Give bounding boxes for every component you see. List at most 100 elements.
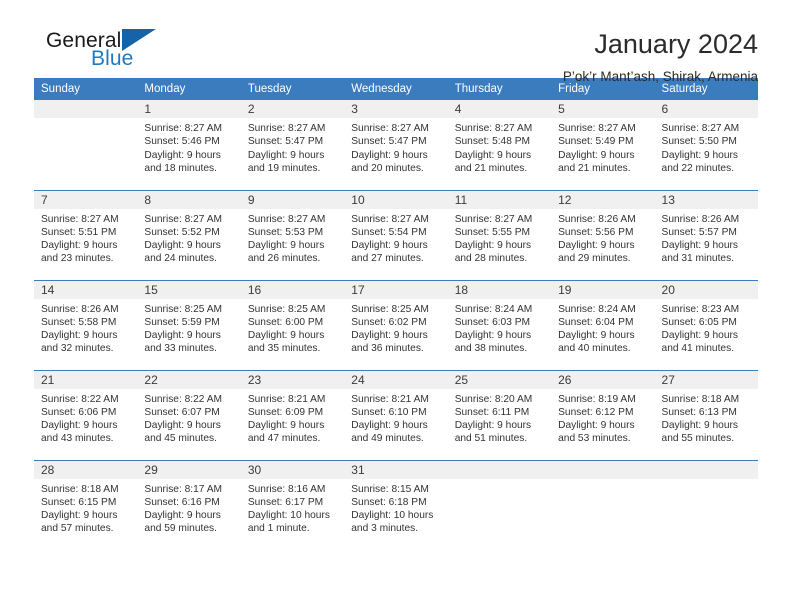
sunrise-text: Sunrise: 8:27 AM [41,213,119,225]
daylight-text-line1: Daylight: 10 hours [247,510,330,522]
day-number: 13 [654,190,758,209]
daylight-text-line2: and 38 minutes. [454,343,528,355]
sunrise-text: Sunrise: 8:26 AM [558,213,636,225]
sunset-text: Sunset: 6:18 PM [351,496,427,508]
calendar-day-cell[interactable]: 11 Sunrise: 8:27 AM Sunset: 5:55 PM Dayligh… [447,189,552,280]
daylight-text-line1: Daylight: 10 hours [351,510,434,522]
calendar-day-cell[interactable]: 9 Sunrise: 8:27 AM Sunset: 5:53 PM Daylight… [240,189,345,280]
calendar-page: General Blue January 2024 P’ok’r Mant’as… [0,0,792,612]
day-details: Sunrise: 8:22 AM Sunset: 6:07 PM Daylight:… [137,389,240,446]
sunset-text: Sunset: 5:47 PM [247,136,324,148]
daylight-text-line1: Daylight: 9 hours [41,330,118,342]
calendar-day-cell[interactable]: 19 Sunrise: 8:24 AM Sunset: 6:04 PM Dayligh… [551,279,655,370]
calendar-day-cell[interactable]: 22 Sunrise: 8:22 AM Sunset: 6:07 PM Dayligh… [137,369,241,460]
calendar-day-cell[interactable]: 16 Sunrise: 8:25 AM Sunset: 6:00 PM Dayligh… [240,279,345,370]
day-details: Sunrise: 8:27 AM Sunset: 5:49 PM Daylight:… [551,118,654,175]
calendar-day-cell[interactable]: 13 Sunrise: 8:26 AM Sunset: 5:57 PM Dayligh… [654,189,758,280]
daylight-text-line1: Daylight: 9 hours [351,330,428,342]
calendar-day-cell[interactable]: 27 Sunrise: 8:18 AM Sunset: 6:13 PM Dayligh… [654,369,758,460]
calendar-day-cell[interactable]: 29 Sunrise: 8:17 AM Sunset: 6:16 PM Dayligh… [137,459,241,550]
daylight-text-line2: and 19 minutes. [247,162,321,174]
sunrise-text: Sunrise: 8:23 AM [661,303,740,315]
sunrise-text: Sunrise: 8:20 AM [454,393,533,405]
calendar-day-cell[interactable]: 26 Sunrise: 8:19 AM Sunset: 6:12 PM Dayligh… [551,369,655,460]
day-number: 23 [240,370,345,389]
calendar-day-cell[interactable]: 10 Sunrise: 8:27 AM Sunset: 5:54 PM Dayligh… [344,189,448,280]
sunrise-text: Sunrise: 8:27 AM [661,123,740,134]
day-details: Sunrise: 8:17 AM Sunset: 6:16 PM Daylight:… [137,479,240,536]
sunrise-text: Sunrise: 8:19 AM [558,393,636,405]
calendar-day-cell-empty [654,459,758,550]
daylight-text-line1: Daylight: 9 hours [454,420,532,432]
calendar-day-cell[interactable]: 20 Sunrise: 8:23 AM Sunset: 6:05 PM Dayligh… [654,279,758,370]
day-number: 3 [344,100,448,118]
daylight-text-line2: and 29 minutes. [558,253,631,265]
sunset-text: Sunset: 5:51 PM [41,226,117,238]
day-details: Sunrise: 8:18 AM Sunset: 6:13 PM Daylight:… [655,389,758,446]
calendar-week-row: 14 Sunrise: 8:26 AM Sunset: 5:58 PM Dayligh… [34,279,758,370]
sunset-text: Sunset: 5:58 PM [41,316,117,328]
sunrise-text: Sunrise: 8:27 AM [144,123,223,134]
day-number: 6 [654,100,758,118]
sunset-text: Sunset: 5:55 PM [454,226,531,238]
calendar-day-cell[interactable]: 2 Sunrise: 8:27 AM Sunset: 5:47 PM Daylight… [240,100,345,190]
calendar-day-cell[interactable]: 1 Sunrise: 8:27 AM Sunset: 5:46 PM Daylight… [137,100,241,190]
sunrise-text: Sunrise: 8:27 AM [247,213,326,225]
calendar-day-cell[interactable]: 18 Sunrise: 8:24 AM Sunset: 6:03 PM Dayligh… [447,279,552,370]
calendar-day-cell[interactable]: 15 Sunrise: 8:25 AM Sunset: 5:59 PM Dayligh… [137,279,241,370]
calendar-day-cell[interactable]: 6 Sunrise: 8:27 AM Sunset: 5:50 PM Daylight… [654,100,758,190]
day-number: 2 [240,100,345,118]
daylight-text-line2: and 33 minutes. [144,343,217,355]
sunset-text: Sunset: 6:06 PM [41,406,117,418]
calendar-day-cell[interactable]: 31 Sunrise: 8:15 AM Sunset: 6:18 PM Dayligh… [344,459,448,550]
calendar-day-cell[interactable]: 21 Sunrise: 8:22 AM Sunset: 6:06 PM Dayligh… [34,369,138,460]
daylight-text-line2: and 27 minutes. [351,253,424,265]
sunrise-text: Sunrise: 8:15 AM [351,483,429,495]
daylight-text-line2: and 21 minutes. [454,162,528,174]
calendar-day-cell[interactable]: 30 Sunrise: 8:16 AM Sunset: 6:17 PM Dayligh… [240,459,345,550]
day-details: Sunrise: 8:27 AM Sunset: 5:46 PM Daylight:… [137,118,240,175]
daylight-text-line2: and 20 minutes. [351,162,424,174]
sunset-text: Sunset: 6:02 PM [351,316,427,328]
daylight-text-line1: Daylight: 9 hours [351,149,428,161]
sunrise-text: Sunrise: 8:17 AM [144,483,223,495]
day-details: Sunrise: 8:27 AM Sunset: 5:48 PM Daylight:… [448,118,551,175]
sunrise-text: Sunrise: 8:22 AM [41,393,119,405]
day-number [654,460,758,479]
calendar-day-cell[interactable]: 4 Sunrise: 8:27 AM Sunset: 5:48 PM Daylight… [447,100,552,190]
calendar-day-cell[interactable]: 14 Sunrise: 8:26 AM Sunset: 5:58 PM Dayligh… [34,279,138,370]
day-number: 17 [344,280,448,299]
sunset-text: Sunset: 5:49 PM [558,136,634,148]
daylight-text-line2: and 22 minutes. [661,162,735,174]
daylight-text-line2: and 57 minutes. [41,523,114,535]
calendar-day-cell[interactable]: 5 Sunrise: 8:27 AM Sunset: 5:49 PM Daylight… [551,100,655,190]
calendar-day-cell[interactable]: 3 Sunrise: 8:27 AM Sunset: 5:47 PM Daylight… [344,100,448,190]
sunset-text: Sunset: 5:50 PM [661,136,737,148]
calendar-day-cell[interactable]: 17 Sunrise: 8:25 AM Sunset: 6:02 PM Dayligh… [344,279,448,370]
calendar-day-cell[interactable]: 7 Sunrise: 8:27 AM Sunset: 5:51 PM Daylight… [34,189,138,280]
day-details: Sunrise: 8:24 AM Sunset: 6:03 PM Daylight:… [448,299,551,356]
calendar-day-cell[interactable]: 28 Sunrise: 8:18 AM Sunset: 6:15 PM Dayligh… [34,459,138,550]
calendar-day-cell[interactable]: 12 Sunrise: 8:26 AM Sunset: 5:56 PM Dayligh… [551,189,655,280]
day-details: Sunrise: 8:16 AM Sunset: 6:17 PM Daylight:… [241,479,344,536]
sunrise-text: Sunrise: 8:26 AM [41,303,119,315]
sunrise-text: Sunrise: 8:27 AM [454,123,533,134]
sunrise-text: Sunrise: 8:27 AM [454,213,533,225]
daylight-text-line1: Daylight: 9 hours [558,420,635,432]
sunrise-text: Sunrise: 8:27 AM [144,213,223,225]
sunset-text: Sunset: 6:12 PM [558,406,634,418]
sunset-text: Sunset: 5:56 PM [558,226,634,238]
day-details: Sunrise: 8:15 AM Sunset: 6:18 PM Daylight:… [344,479,447,536]
calendar-day-cell-empty [551,459,655,550]
calendar-day-cell[interactable]: 25 Sunrise: 8:20 AM Sunset: 6:11 PM Dayligh… [447,369,552,460]
day-number: 26 [551,370,655,389]
day-details: Sunrise: 8:21 AM Sunset: 6:10 PM Daylight:… [344,389,447,446]
sunrise-text: Sunrise: 8:25 AM [247,303,326,315]
general-blue-logo[interactable]: General Blue [34,28,184,76]
calendar-week-row: 1 Sunrise: 8:27 AM Sunset: 5:46 PM Daylight… [34,100,758,190]
calendar-day-cell[interactable]: 24 Sunrise: 8:21 AM Sunset: 6:10 PM Dayligh… [344,369,448,460]
calendar-day-cell[interactable]: 23 Sunrise: 8:21 AM Sunset: 6:09 PM Dayligh… [240,369,345,460]
calendar-wrapper: Sunday Monday Tuesday Wednesday Thursday… [0,78,792,550]
calendar-day-cell[interactable]: 8 Sunrise: 8:27 AM Sunset: 5:52 PM Daylight… [137,189,241,280]
day-number: 29 [137,460,241,479]
